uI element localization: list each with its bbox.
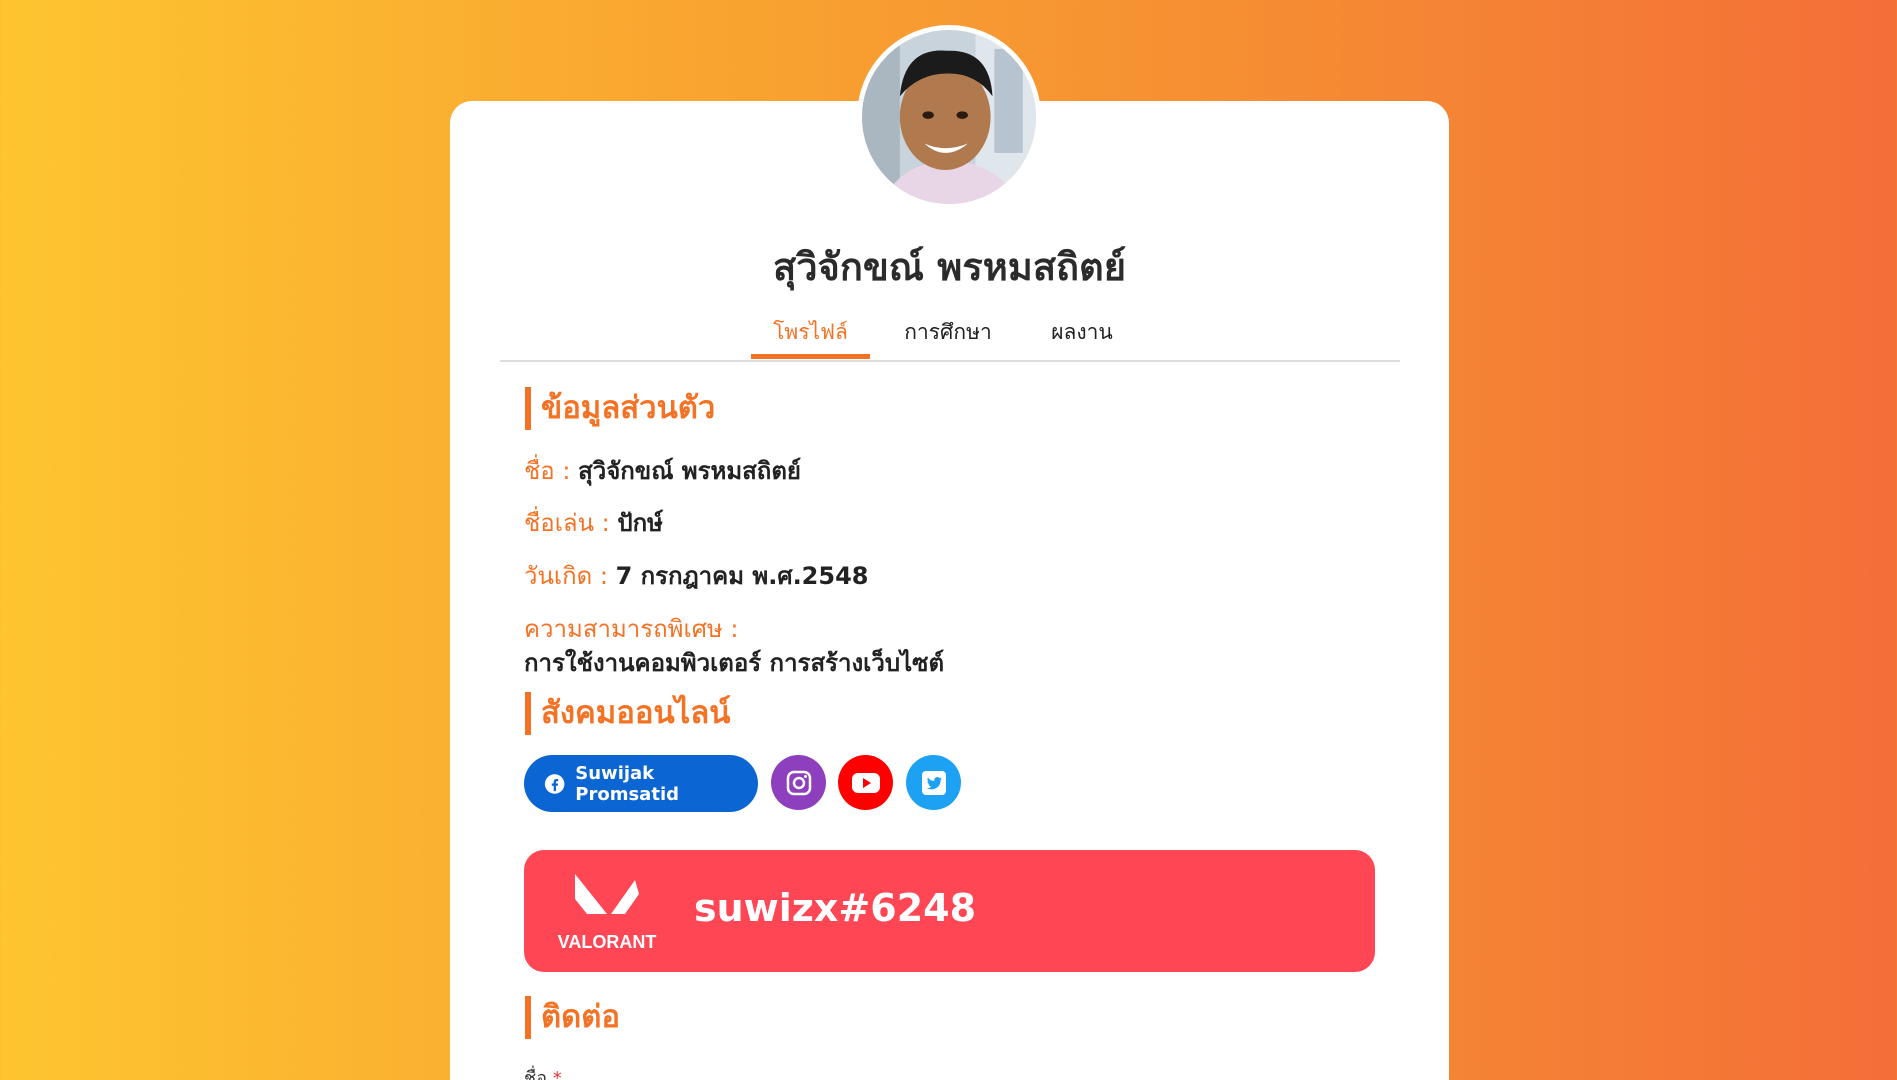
instagram-button[interactable] [771, 755, 826, 810]
personal-info-heading: ข้อมูลส่วนตัว [525, 387, 715, 430]
required-mark: * [552, 1068, 562, 1080]
profile-avatar [857, 25, 1041, 209]
contact-name-label-text: ชื่อ [524, 1068, 548, 1080]
valorant-logo: VALORANT [558, 874, 657, 952]
skills-label: ความสามารถพิเศษ : [524, 615, 739, 643]
valorant-riot-id: suwizx#6248 [694, 886, 977, 930]
birthday-row: วันเกิด : 7 กรกฎาคม พ.ศ.2548 [524, 556, 868, 595]
twitter-icon [921, 770, 946, 795]
contact-heading: ติดต่อ [525, 996, 620, 1039]
nickname-row: ชื่อเล่น : ปักษ์ [524, 503, 663, 542]
birthday-value: 7 กรกฎาคม พ.ศ.2548 [615, 562, 869, 590]
facebook-button[interactable]: Suwijak Promsatid [524, 755, 758, 812]
twitter-button[interactable] [906, 755, 961, 810]
active-tab-indicator [751, 354, 870, 359]
instagram-icon [786, 770, 811, 795]
name-row: ชื่อ : สุวิจักขณ์ พรหมสถิตย์ [524, 451, 801, 490]
name-label: ชื่อ : [524, 457, 571, 485]
youtube-icon [851, 772, 880, 793]
tab-portfolio[interactable]: ผลงาน [1030, 314, 1134, 364]
youtube-button[interactable] [838, 755, 893, 810]
page-title: สุวิจักขณ์ พรหมสถิตย์ [773, 245, 1126, 289]
name-value: สุวิจักขณ์ พรหมสถิตย์ [578, 457, 801, 485]
social-heading: สังคมออนไลน์ [525, 692, 730, 735]
nickname-value: ปักษ์ [617, 509, 663, 537]
tab-education[interactable]: การศึกษา [888, 314, 1008, 364]
avatar-photo [862, 30, 1036, 204]
skills-value: การใช้งานคอมพิวเตอร์ การสร้างเว็บไซต์ [524, 649, 945, 677]
facebook-icon [544, 773, 565, 794]
contact-name-label: ชื่อ * [524, 1063, 562, 1080]
facebook-label: Suwijak Promsatid [575, 762, 679, 805]
nickname-label: ชื่อเล่น : [524, 509, 610, 537]
birthday-label: วันเกิด : [524, 562, 608, 590]
valorant-wordmark: VALORANT [558, 932, 657, 952]
valorant-card: VALORANT suwizx#6248 [524, 850, 1375, 972]
